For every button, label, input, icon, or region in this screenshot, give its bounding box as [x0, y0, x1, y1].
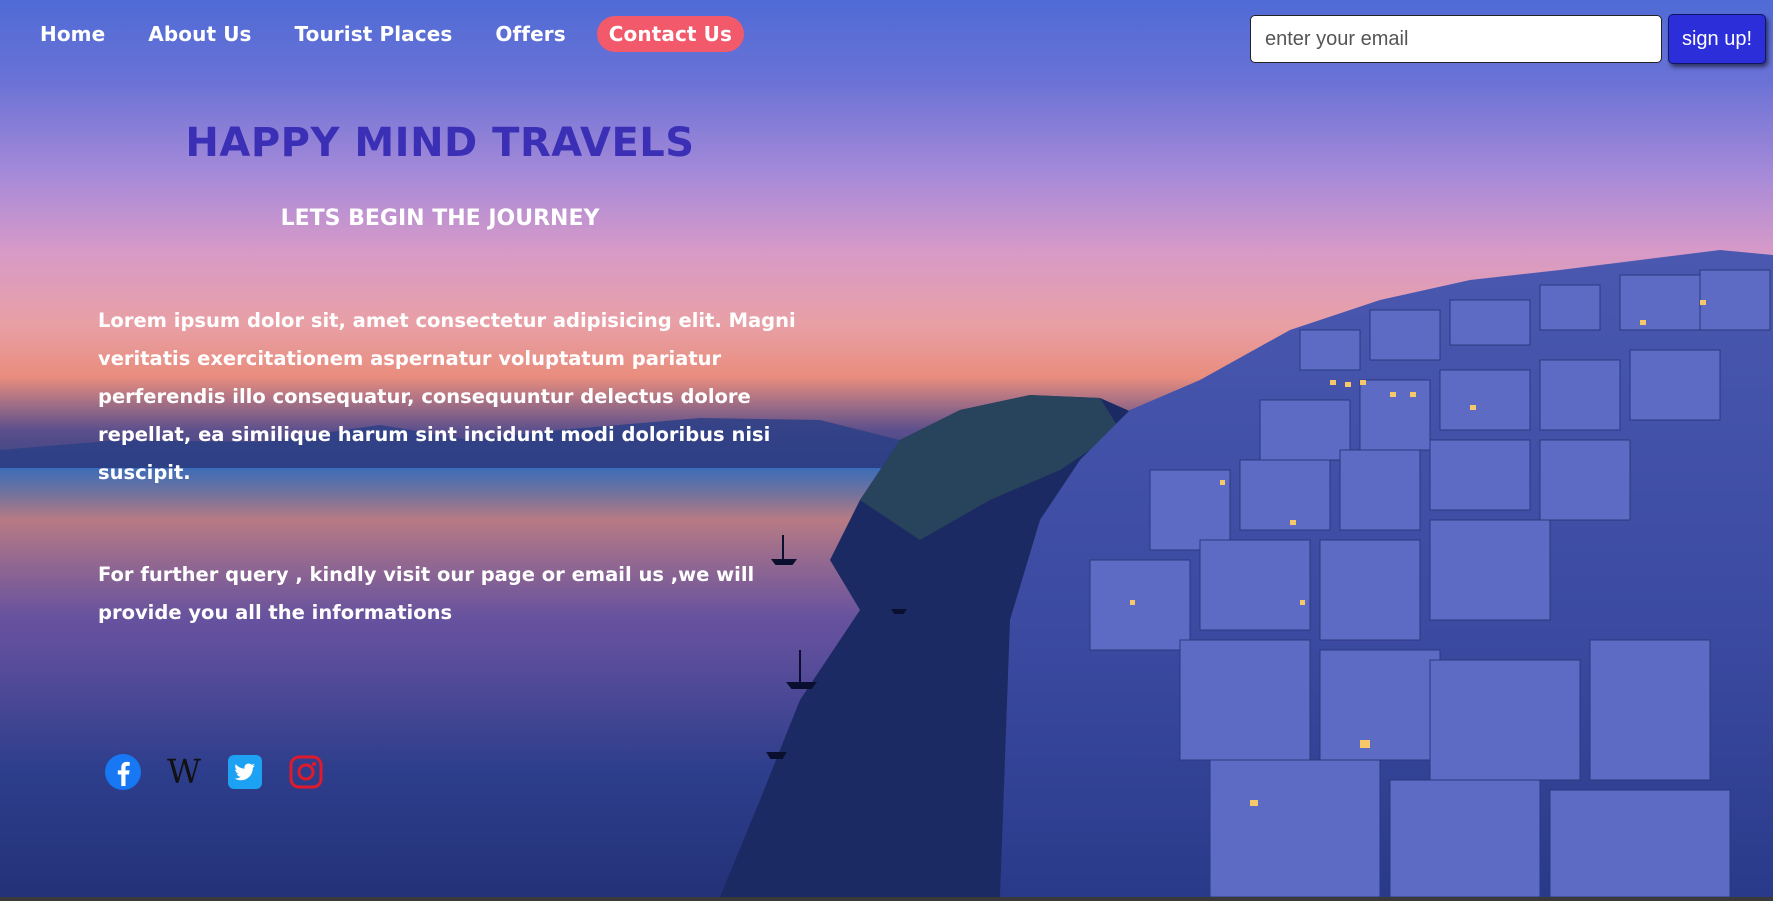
bottom-scrollbar-area	[0, 897, 1773, 901]
svg-text:W: W	[167, 752, 201, 790]
nav-item-contact-us[interactable]: Contact Us	[596, 16, 744, 52]
nav-item-home[interactable]: Home	[28, 16, 117, 52]
signup-form: sign up!	[1250, 14, 1766, 64]
facebook-icon[interactable]	[103, 752, 143, 792]
twitter-icon[interactable]	[225, 752, 265, 792]
signup-button[interactable]: sign up!	[1668, 14, 1766, 64]
instagram-icon[interactable]	[286, 752, 326, 792]
site-title: HAPPY MIND TRAVELS	[185, 120, 695, 166]
intro-paragraph: Lorem ipsum dolor sit, amet consectetur …	[98, 309, 796, 484]
email-input[interactable]	[1250, 15, 1662, 63]
nav-item-about-us[interactable]: About Us	[136, 16, 263, 52]
nav-item-offers[interactable]: Offers	[483, 16, 577, 52]
site-subtitle: LETS BEGIN THE JOURNEY	[280, 206, 600, 231]
main-nav: Home About Us Tourist Places Offers Cont…	[28, 16, 763, 52]
nav-item-tourist-places[interactable]: Tourist Places	[283, 16, 465, 52]
social-links: W	[103, 752, 347, 792]
page-background: Home About Us Tourist Places Offers Cont…	[0, 0, 1773, 897]
contact-paragraph: For further query , kindly visit our pag…	[98, 563, 755, 624]
wikipedia-icon[interactable]: W	[164, 752, 204, 792]
